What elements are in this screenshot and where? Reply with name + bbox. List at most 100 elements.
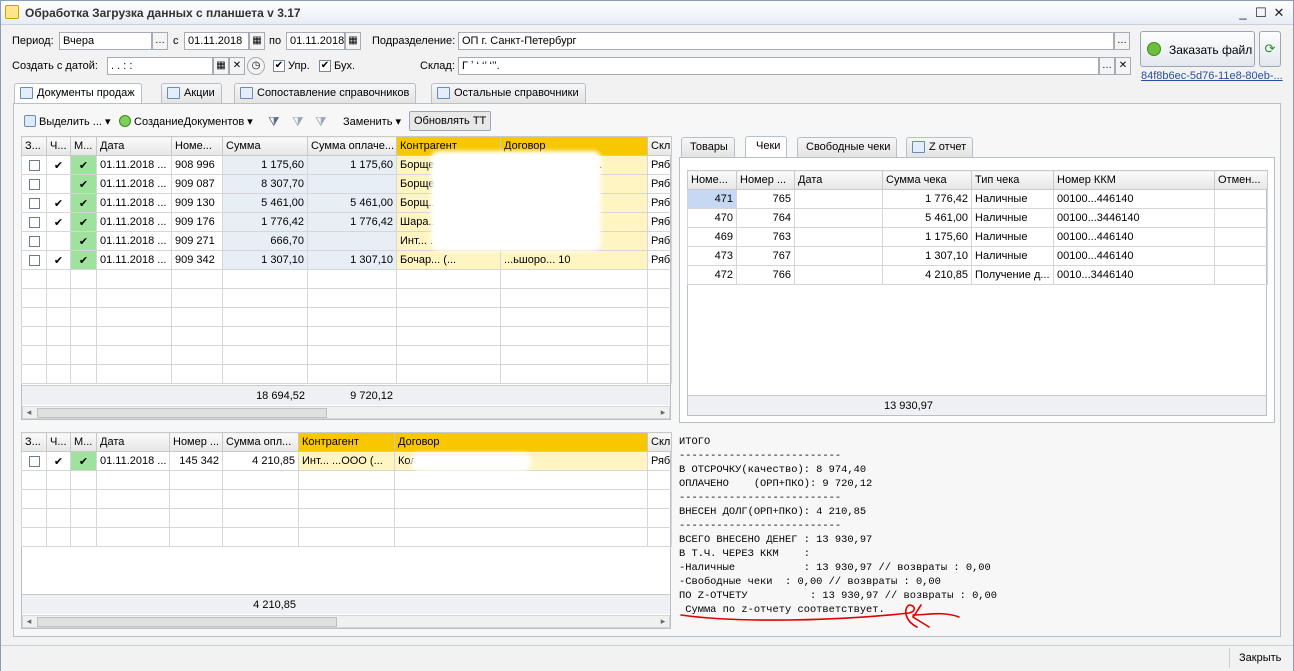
calendar-icon[interactable]: ▦ bbox=[249, 32, 265, 50]
column-header[interactable]: Сумма чека bbox=[882, 170, 972, 190]
scroll-thumb[interactable] bbox=[37, 408, 327, 418]
tab-other-catalogs[interactable]: Остальные справочники bbox=[431, 83, 586, 103]
column-header[interactable]: Договор bbox=[394, 432, 648, 452]
column-header[interactable]: Дата bbox=[96, 136, 172, 156]
calendar-icon[interactable]: ▦ bbox=[213, 57, 229, 75]
minimize-button[interactable]: _ bbox=[1235, 5, 1251, 21]
period-select-button[interactable]: … bbox=[152, 32, 168, 50]
period-input[interactable]: Вчера bbox=[59, 32, 152, 50]
select-cell[interactable] bbox=[21, 451, 47, 471]
row-checkbox[interactable] bbox=[28, 178, 40, 190]
column-header[interactable]: Тип чека bbox=[971, 170, 1054, 190]
column-header[interactable]: М... bbox=[70, 432, 97, 452]
select-cell[interactable] bbox=[21, 155, 47, 175]
table-row[interactable]: ✔ ✔ 01.11.2018 ... 145 342 4 210,85 Инт... ..… bbox=[21, 451, 672, 471]
close-window-button[interactable]: Закрыть bbox=[1239, 652, 1281, 664]
division-select-button[interactable]: … bbox=[1114, 32, 1130, 50]
guid-link[interactable]: 84f8b6ec-5d76-11e8-80eb-... bbox=[1141, 70, 1283, 82]
debt-horizontal-scrollbar[interactable]: ◂ ▸ bbox=[22, 615, 670, 628]
select-cell[interactable] bbox=[21, 231, 47, 251]
tab-goods[interactable]: Товары bbox=[681, 137, 735, 157]
scroll-right-icon[interactable]: ▸ bbox=[657, 407, 669, 418]
filter-set-icon[interactable]: ⧩ bbox=[292, 114, 304, 130]
column-header[interactable]: З... bbox=[21, 136, 47, 156]
scroll-left-icon[interactable]: ◂ bbox=[23, 407, 35, 418]
tab-catalog-mapping[interactable]: Сопоставление справочников bbox=[234, 83, 417, 103]
select-cell[interactable] bbox=[21, 212, 47, 232]
column-header[interactable]: Сумма оплаче... bbox=[307, 136, 397, 156]
column-header[interactable]: Ч... bbox=[46, 432, 71, 452]
create-documents-button[interactable]: СозданиеДокументов ▾ bbox=[119, 115, 253, 128]
calendar-icon[interactable]: ▦ bbox=[345, 32, 361, 50]
column-header[interactable]: Сумма опл... bbox=[222, 432, 299, 452]
column-header[interactable]: Номе... bbox=[171, 136, 223, 156]
clear-icon[interactable]: ✕ bbox=[229, 57, 245, 75]
table-row[interactable]: ✔ ✔ 01.11.2018 ... 909 342 1 307,10 1 307,10 Б… bbox=[21, 250, 672, 270]
select-cell[interactable] bbox=[21, 250, 47, 270]
reload-button[interactable]: ⟳ bbox=[1259, 31, 1281, 67]
select-cell[interactable] bbox=[21, 193, 47, 213]
tab-z-report[interactable]: Z отчет bbox=[906, 137, 974, 157]
to-date-input[interactable]: 01.11.2018 bbox=[286, 32, 345, 50]
column-header[interactable]: Номе... bbox=[687, 170, 737, 190]
from-date-input[interactable]: 01.11.2018 bbox=[184, 32, 249, 50]
replace-button[interactable]: Заменить ▾ bbox=[343, 115, 401, 128]
filter-clear-icon[interactable]: ⧩ bbox=[315, 114, 327, 130]
column-header[interactable]: Скл bbox=[647, 432, 672, 452]
tab-checks[interactable]: Чеки bbox=[745, 136, 788, 158]
warehouse-clear-icon[interactable]: ✕ bbox=[1115, 57, 1131, 75]
table-row[interactable]: 471 765 1 776,42 Наличные 00100...446140 bbox=[687, 189, 1268, 209]
column-header[interactable]: Контрагент bbox=[298, 432, 395, 452]
check-index-cell: 472 bbox=[687, 265, 737, 285]
row-checkbox[interactable] bbox=[28, 254, 40, 266]
clock-icon[interactable]: ◷ bbox=[247, 57, 265, 75]
maximize-button[interactable]: ☐ bbox=[1253, 5, 1269, 21]
warehouse-input[interactable]: Г ʼ ‘ ‘’ ‘’’. bbox=[458, 57, 1099, 75]
column-header[interactable]: Отмен... bbox=[1214, 170, 1268, 190]
tab-sales-documents[interactable]: Документы продаж bbox=[14, 83, 142, 105]
column-header[interactable]: Номер ККМ bbox=[1053, 170, 1215, 190]
empty-cell bbox=[222, 508, 299, 528]
column-header[interactable]: М... bbox=[70, 136, 97, 156]
scroll-right-icon[interactable]: ▸ bbox=[657, 616, 669, 627]
filter-icon[interactable]: ⧩ bbox=[268, 114, 280, 130]
empty-cell bbox=[70, 527, 97, 547]
select-cell[interactable] bbox=[21, 174, 47, 194]
table-row[interactable]: 469 763 1 175,60 Наличные 00100...446140 bbox=[687, 227, 1268, 247]
row-checkbox[interactable] bbox=[28, 455, 40, 467]
update-tt-toggle[interactable]: Обновлять ТТ bbox=[409, 111, 492, 131]
tab-free-checks[interactable]: Свободные чеки bbox=[797, 137, 898, 157]
row-checkbox[interactable] bbox=[28, 235, 40, 247]
row-checkbox[interactable] bbox=[28, 197, 40, 209]
close-button[interactable]: ✕ bbox=[1271, 5, 1287, 21]
tab-promotions[interactable]: Акции bbox=[161, 83, 222, 103]
row-checkbox[interactable] bbox=[28, 216, 40, 228]
order-file-button[interactable]: Заказать файл bbox=[1140, 31, 1255, 67]
column-header[interactable]: Номер ... bbox=[736, 170, 795, 190]
select-button[interactable]: Выделить ... ▾ bbox=[24, 115, 111, 128]
sales-horizontal-scrollbar[interactable]: ◂ ▸ bbox=[22, 406, 670, 419]
upr-checkbox[interactable]: ✔ bbox=[273, 60, 285, 72]
buh-checkbox[interactable]: ✔ bbox=[319, 60, 331, 72]
column-header[interactable]: З... bbox=[21, 432, 47, 452]
column-header[interactable]: Ч... bbox=[46, 136, 71, 156]
column-header[interactable]: Дата bbox=[794, 170, 883, 190]
table-row[interactable]: 473 767 1 307,10 Наличные 00100...446140 bbox=[687, 246, 1268, 266]
empty-cell bbox=[21, 269, 47, 289]
row-checkbox[interactable] bbox=[28, 159, 40, 171]
empty-cell bbox=[500, 307, 648, 327]
column-header[interactable]: Сумма bbox=[222, 136, 308, 156]
column-header[interactable]: Номер ... bbox=[169, 432, 223, 452]
division-input[interactable]: ОП г. Санкт-Петербург bbox=[458, 32, 1114, 50]
scroll-left-icon[interactable]: ◂ bbox=[23, 616, 35, 627]
table-row[interactable]: 470 764 5 461,00 Наличные 00100...3446140 bbox=[687, 208, 1268, 228]
column-header[interactable]: Дата bbox=[96, 432, 170, 452]
column-header[interactable]: Скл bbox=[647, 136, 672, 156]
create-date-input[interactable]: . . : : bbox=[107, 57, 213, 75]
scroll-thumb[interactable] bbox=[37, 617, 337, 627]
warehouse-select-button[interactable]: … bbox=[1099, 57, 1115, 75]
check-sum-cell: 4 210,85 bbox=[882, 265, 972, 285]
sum-cell: 1 776,42 bbox=[222, 212, 308, 232]
empty-cell bbox=[70, 489, 97, 509]
table-row[interactable]: 472 766 4 210,85 Получение д... 0010...34461… bbox=[687, 265, 1268, 285]
